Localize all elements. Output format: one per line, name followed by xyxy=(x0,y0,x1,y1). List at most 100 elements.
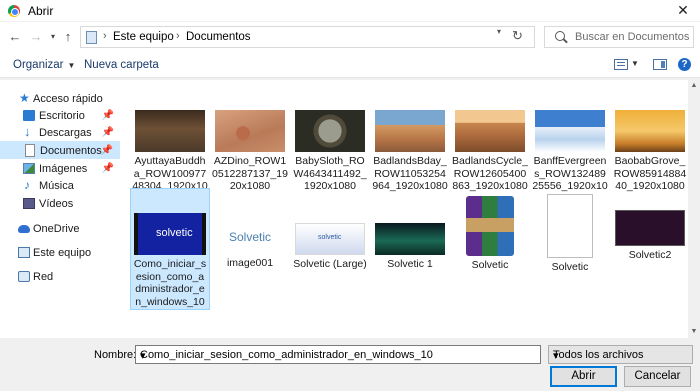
vertical-scrollbar[interactable]: ▲ ▼ xyxy=(688,80,700,338)
cancel-button[interactable]: Cancelar xyxy=(624,366,691,387)
chevron-down-icon[interactable]: ▾ xyxy=(140,349,536,362)
refresh-icon[interactable]: ↻ xyxy=(512,28,523,44)
breadcrumb-separator: › xyxy=(103,30,107,42)
file-name: BadlandsCycle_ROW12605400863_1920x1080 xyxy=(452,155,528,192)
thumbnail-logo-text: Solvetic xyxy=(229,230,272,244)
sidebar-item-pictures[interactable]: Imágenes 📌 xyxy=(0,160,120,178)
new-folder-button[interactable]: Nueva carpeta xyxy=(84,59,159,71)
sidebar-item-label: Descargas xyxy=(39,127,92,139)
file-name: AZDino_ROW10512287137_1920x1080 xyxy=(212,155,288,192)
file-type-select[interactable]: Todos los archivos ▾ xyxy=(548,345,693,364)
text-document-icon xyxy=(547,194,593,258)
file-item[interactable]: Solvetic 1 xyxy=(370,188,450,271)
sidebar-item-label: Música xyxy=(39,180,74,192)
video-icon xyxy=(23,198,35,209)
breadcrumb-documentos[interactable]: Documentos xyxy=(186,31,251,43)
sidebar-item-videos[interactable]: Vídeos xyxy=(0,195,120,213)
sidebar-item-quick-access[interactable]: ★ Acceso rápido xyxy=(0,90,120,108)
sidebar-item-label: Documentos xyxy=(40,145,102,157)
file-item[interactable]: BadlandsBday_ROW11053254964_1920x1080 xyxy=(370,110,450,193)
file-name: Solvetic (Large) xyxy=(293,258,367,270)
file-item[interactable]: AZDino_ROW10512287137_1920x1080 xyxy=(210,110,290,193)
search-icon xyxy=(555,31,565,41)
scroll-down-arrow-icon[interactable]: ▼ xyxy=(688,326,700,338)
organize-menu[interactable]: Organizar ▼ xyxy=(13,59,75,71)
image-thumbnail xyxy=(535,110,605,152)
chrome-icon xyxy=(8,5,20,17)
window-title: Abrir xyxy=(28,4,54,18)
logo-thumbnail: Solvetic xyxy=(215,224,285,254)
search-placeholder: Buscar en Documentos xyxy=(575,31,690,43)
computer-icon xyxy=(86,31,97,44)
file-item-selected[interactable]: solvetic Como_iniciar_sesion_como_admini… xyxy=(130,188,210,310)
breadcrumb-este-equipo[interactable]: Este equipo xyxy=(113,31,174,43)
file-name: Solvetic2 xyxy=(628,249,672,261)
file-name: BadlandsBday_ROW11053254964_1920x1080 xyxy=(372,155,448,192)
filename-label: Nombre: xyxy=(94,349,137,361)
sidebar-item-label: Red xyxy=(33,271,54,283)
image-thumbnail xyxy=(295,110,365,152)
pin-icon[interactable]: 📌 xyxy=(101,145,113,156)
thumbnail-logo-text: solvetic xyxy=(156,227,193,239)
navigation-pane: ★ Acceso rápido Escritorio 📌 ↓ Descargas… xyxy=(0,80,122,338)
back-arrow-icon[interactable]: ← xyxy=(7,29,23,45)
pictures-icon xyxy=(23,163,35,174)
sidebar-item-this-pc[interactable]: Este equipo xyxy=(0,244,120,262)
file-item[interactable]: Solvetic xyxy=(530,188,610,274)
address-dropdown-icon[interactable]: ▾ xyxy=(497,27,501,36)
pin-icon[interactable]: 📌 xyxy=(102,110,114,121)
file-name: image001 xyxy=(226,257,274,269)
music-icon: ♪ xyxy=(24,178,30,192)
breadcrumb-separator: › xyxy=(176,30,180,42)
image-thumbnail: solvetic xyxy=(295,223,365,255)
archive-icon xyxy=(466,196,514,256)
sidebar-item-network[interactable]: Red xyxy=(0,268,120,286)
star-icon: ★ xyxy=(19,91,30,105)
close-button[interactable]: ✕ xyxy=(666,0,700,22)
sidebar-item-label: Vídeos xyxy=(39,198,74,210)
pin-icon[interactable]: 📌 xyxy=(102,163,114,174)
open-button[interactable]: Abrir xyxy=(550,366,617,387)
image-thumbnail xyxy=(375,110,445,152)
image-thumbnail xyxy=(135,110,205,152)
forward-arrow-icon[interactable]: → xyxy=(28,29,44,45)
address-bar[interactable]: › Este equipo › Documentos xyxy=(80,26,535,48)
sidebar-item-label: Este equipo xyxy=(33,247,92,259)
file-item[interactable]: Solvetic2 xyxy=(610,188,690,262)
chevron-down-icon: ▼ xyxy=(67,61,76,70)
sidebar-item-documents[interactable]: Documentos 📌 xyxy=(0,141,120,159)
sidebar-item-downloads[interactable]: ↓ Descargas 📌 xyxy=(0,124,120,142)
change-view-icon[interactable] xyxy=(614,59,628,70)
help-icon[interactable]: ? xyxy=(678,58,691,71)
command-toolbar: Organizar ▼ Nueva carpeta ▼ xyxy=(0,52,700,78)
sidebar-item-music[interactable]: ♪ Música xyxy=(0,177,120,195)
image-thumbnail xyxy=(375,223,445,255)
onedrive-icon xyxy=(18,225,30,233)
file-item[interactable]: Solvetic image001 xyxy=(210,188,290,270)
view-options-dropdown[interactable]: ▼ xyxy=(631,59,639,68)
file-name: BaobabGrove_ROW8591488440_1920x1080 xyxy=(613,155,687,192)
file-item[interactable]: BabySloth_ROW4643411492_1920x1080 xyxy=(290,110,370,193)
file-item[interactable]: Solvetic xyxy=(450,188,530,272)
file-item[interactable]: solvetic Solvetic (Large) xyxy=(290,188,370,271)
recent-locations-dropdown[interactable]: ▾ xyxy=(45,29,61,45)
file-name: Solvetic xyxy=(551,261,589,273)
pin-icon[interactable]: 📌 xyxy=(102,127,114,138)
up-arrow-icon[interactable]: ↑ xyxy=(60,29,76,45)
preview-pane-icon[interactable] xyxy=(653,59,667,70)
desktop-icon xyxy=(23,110,35,121)
organize-label: Organizar xyxy=(13,59,64,71)
file-item[interactable]: BadlandsCycle_ROW12605400863_1920x1080 xyxy=(450,110,530,193)
search-input[interactable]: Buscar en Documentos xyxy=(544,26,694,48)
image-thumbnail xyxy=(615,210,685,246)
sidebar-item-desktop[interactable]: Escritorio 📌 xyxy=(0,107,120,125)
video-thumbnail: solvetic xyxy=(134,213,206,255)
file-item[interactable]: BaobabGrove_ROW8591488440_1920x1080 xyxy=(610,110,690,193)
sidebar-item-onedrive[interactable]: OneDrive xyxy=(0,220,120,238)
download-icon: ↓ xyxy=(24,124,31,139)
sidebar-item-label: OneDrive xyxy=(33,223,80,235)
filename-input[interactable]: Como_iniciar_sesion_como_administrador_e… xyxy=(135,345,541,364)
scroll-up-arrow-icon[interactable]: ▲ xyxy=(688,80,700,92)
file-name: Solvetic xyxy=(471,259,509,271)
image-thumbnail xyxy=(615,110,685,152)
